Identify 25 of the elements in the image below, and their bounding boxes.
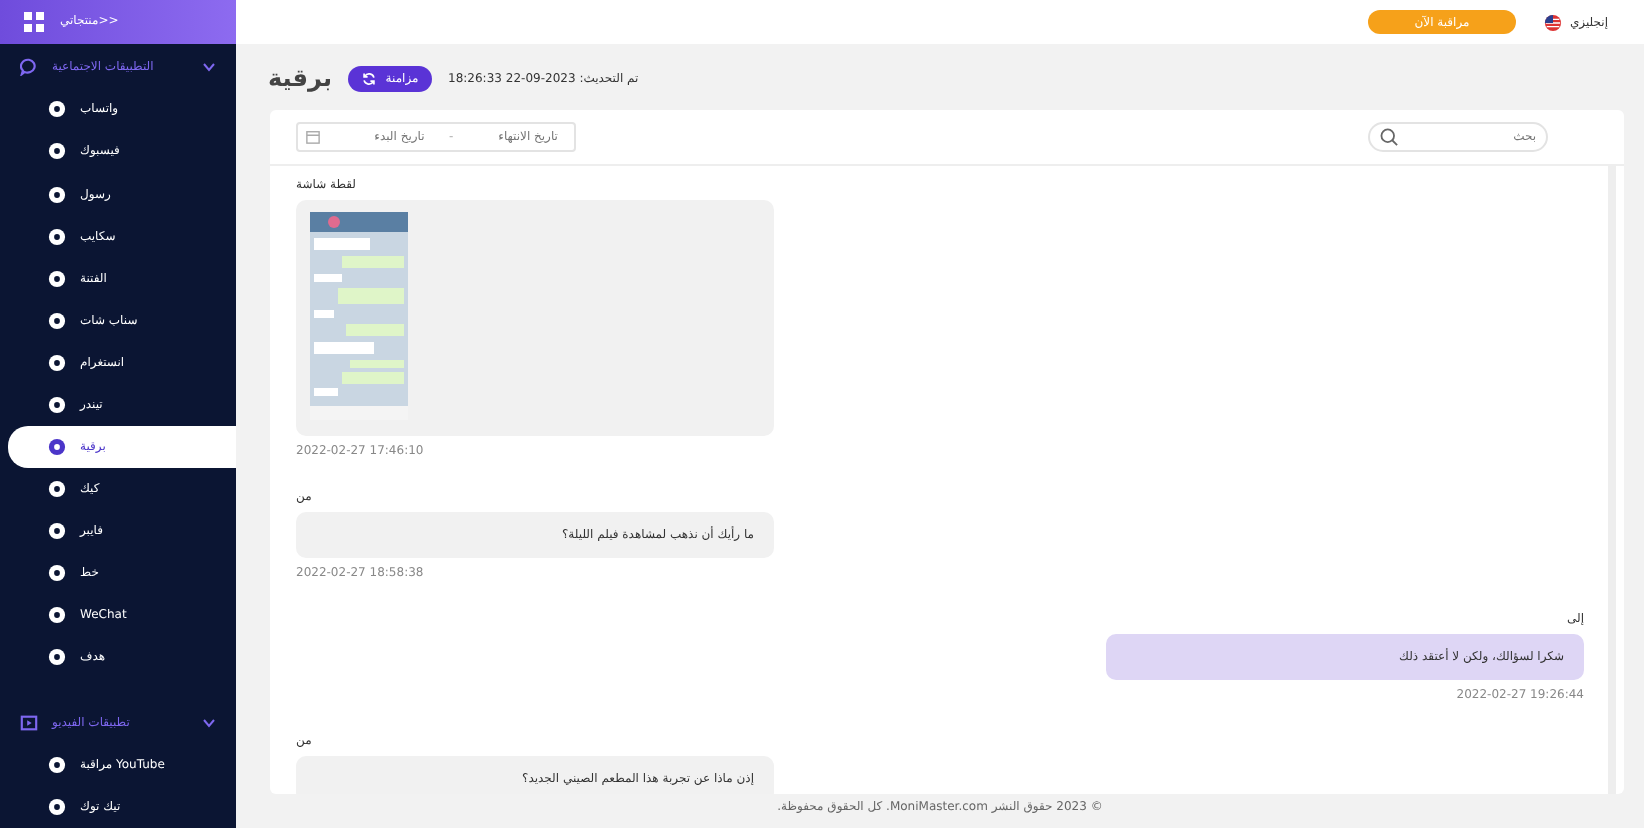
chat-screenshot-drawing[interactable] bbox=[310, 212, 408, 420]
app-icon bbox=[48, 755, 66, 774]
page-title: برقية bbox=[268, 64, 333, 92]
app-icon bbox=[48, 480, 66, 499]
app-icon bbox=[48, 185, 66, 204]
grid-icon bbox=[24, 11, 44, 32]
search-icon bbox=[1380, 128, 1398, 146]
app-icon bbox=[48, 798, 66, 817]
app-icon bbox=[48, 648, 66, 667]
app-icon bbox=[48, 395, 66, 414]
flag-icon bbox=[1543, 13, 1562, 31]
app-icon bbox=[48, 227, 66, 246]
app-icon bbox=[48, 142, 66, 161]
app-icon bbox=[48, 100, 66, 119]
app-icon bbox=[48, 522, 66, 541]
calendar-icon bbox=[306, 130, 320, 144]
app-icon bbox=[48, 438, 66, 456]
app-icon bbox=[48, 606, 66, 625]
video-icon bbox=[20, 713, 38, 732]
app-icon bbox=[48, 269, 66, 288]
app-icon bbox=[48, 311, 66, 330]
sync-icon bbox=[361, 71, 376, 85]
app-icon bbox=[48, 353, 66, 372]
chat-bubble-icon bbox=[20, 58, 38, 76]
app-icon bbox=[48, 564, 66, 583]
